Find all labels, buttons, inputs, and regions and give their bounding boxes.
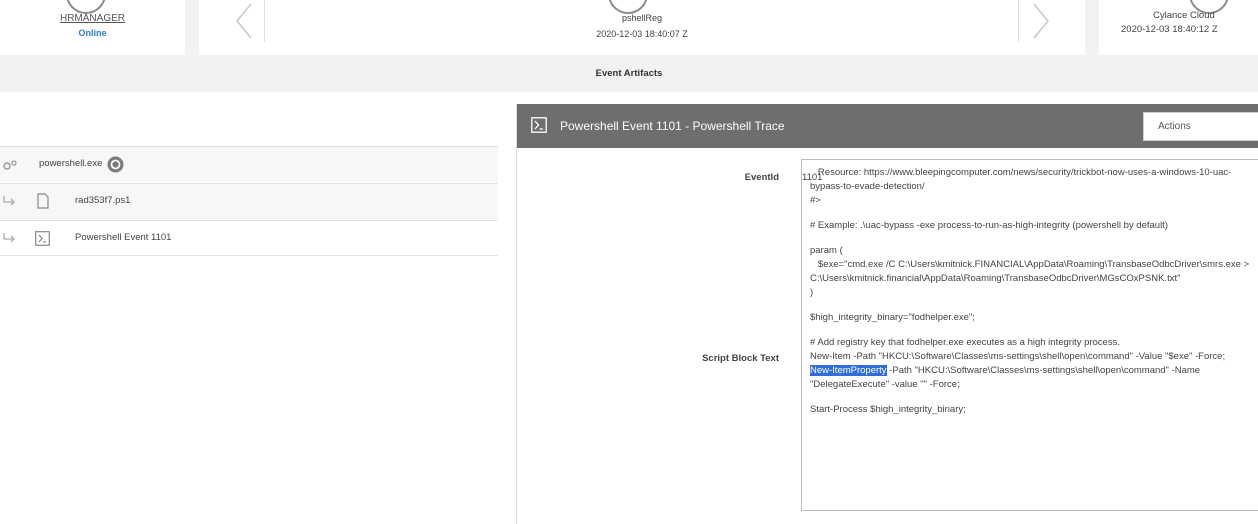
actions-dropdown[interactable]: Actions — [1143, 112, 1258, 141]
host-status: Online — [78, 28, 107, 38]
cloud-time: 2020-12-03 18:40:12 Z — [1121, 24, 1218, 35]
script-line: #> — [810, 195, 821, 206]
panel-title: Powershell Event 1101 - Powershell Trace — [560, 119, 785, 133]
file-icon — [37, 193, 49, 209]
event-time: 2020-12-03 18:40:07 Z — [596, 29, 688, 39]
cloud-name: Cylance Cloud — [1153, 10, 1215, 21]
host-node-icon — [66, 0, 106, 14]
host-card[interactable]: HRMANAGER Online — [0, 0, 185, 55]
host-name-link[interactable]: HRMANAGER — [0, 13, 185, 24]
top-bar: HRMANAGER Online pshellReg 2020-12-03 18… — [0, 0, 1258, 92]
divider — [1018, 0, 1019, 42]
gear-process-icon — [3, 160, 17, 170]
tree-item-label: powershell.exe — [39, 158, 103, 169]
event-name: pshellReg — [621, 13, 663, 23]
section-title: Event Artifacts — [595, 68, 663, 79]
chevron-right-icon[interactable] — [1028, 2, 1054, 40]
script-line: $high_integrity_binary="fodhelper.exe"; — [810, 312, 975, 323]
script-block-label: Script Block Text — [702, 353, 779, 364]
script-line: New-ItemProperty -Path "HKCU:\Software\C… — [810, 364, 1258, 392]
event-id-label: EventId — [744, 172, 779, 183]
powershell-icon — [35, 231, 50, 246]
cloud-card: Cylance Cloud 2020-12-03 18:40:12 Z — [1099, 0, 1258, 55]
process-badge-icon[interactable] — [107, 156, 124, 173]
powershell-icon — [531, 117, 547, 133]
event-detail-panel: Powershell Event 1101 - Powershell Trace… — [516, 104, 1258, 524]
script-line: $exe="cmd.exe /C C:\Users\kmitnick.FINAN… — [810, 259, 1252, 284]
script-line: Start-Process $high_integrity_binary; — [810, 404, 966, 415]
child-arrow-icon — [3, 196, 15, 206]
script-line: # Example: .\uac-bypass -exe process-to-… — [810, 220, 1168, 231]
event-node-icon — [608, 0, 648, 14]
tree-item-label: rad353f7.ps1 — [75, 195, 131, 206]
script-line: param ( — [810, 245, 843, 256]
tree-item-event[interactable]: Powershell Event 1101 — [0, 220, 498, 256]
script-line: # Add registry key that fodhelper.exe ex… — [810, 337, 1120, 348]
tree-item-file[interactable]: rad353f7.ps1 — [0, 183, 498, 219]
selected-text: New-ItemProperty — [810, 365, 887, 376]
artifact-tree: powershell.exe rad353f7.ps1 Powershell E… — [0, 92, 501, 524]
tree-item-process[interactable]: powershell.exe — [0, 146, 498, 182]
script-line: ) — [810, 287, 814, 298]
event-card: pshellReg 2020-12-03 18:40:07 Z — [199, 0, 1085, 55]
panel-header: Powershell Event 1101 - Powershell Trace… — [517, 104, 1258, 148]
script-line: New-Item -Path "HKCU:\Software\Classes\m… — [810, 351, 1226, 362]
tree-item-label: Powershell Event 1101 — [75, 232, 172, 243]
script-line: Resource: https://www.bleepingcomputer.c… — [810, 167, 1232, 192]
script-block-text[interactable]: Resource: https://www.bleepingcomputer.c… — [801, 159, 1258, 511]
child-arrow-icon — [3, 233, 15, 243]
